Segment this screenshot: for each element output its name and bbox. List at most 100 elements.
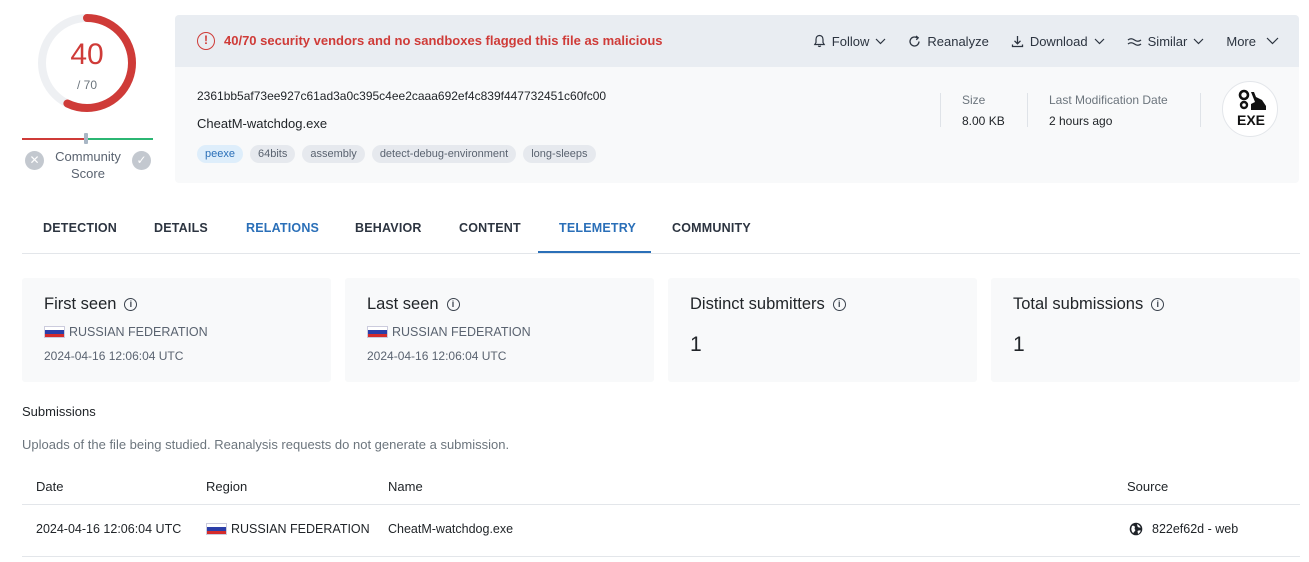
vote-harmless-icon[interactable]: ✓ [132,151,151,170]
first-seen-title-text: First seen [44,295,117,313]
refresh-icon [909,34,921,47]
vote-malicious-icon[interactable]: ✕ [25,151,44,170]
similar-label: Similar [1147,33,1188,49]
column-header-name: Name [388,479,423,494]
chevron-down-icon [875,38,886,44]
submission-region-text: RUSSIAN FEDERATION [231,522,370,536]
tag-long-sleeps[interactable]: long-sleeps [523,145,596,163]
last-modification-value: 2 hours ago [1049,114,1113,128]
tab-detection[interactable]: DETECTION [43,221,117,235]
info-icon[interactable]: i [1151,298,1165,311]
download-label: Download [1029,33,1088,49]
chevron-down-icon [1094,38,1105,44]
tab-community[interactable]: COMMUNITY [672,221,751,235]
first-seen-title: First seen i [44,295,138,314]
alert-icon: ! [197,32,215,50]
info-icon[interactable]: i [446,298,460,311]
distinct-submitters-card: Distinct submitters i 1 [668,278,977,382]
info-icon[interactable]: i [124,298,138,311]
file-summary-card: ! 40/70 security vendors and no sandboxe… [175,15,1299,183]
chevron-down-icon [1266,37,1279,45]
alert-bar: ! 40/70 security vendors and no sandboxe… [175,15,1299,67]
follow-button[interactable]: Follow [813,34,887,49]
more-label: More [1226,33,1256,49]
column-header-date: Date [36,479,64,494]
divider [1200,93,1201,127]
alert-text: 40/70 security vendors and no sandboxes … [224,33,663,48]
tab-behavior[interactable]: BEHAVIOR [355,221,422,235]
submissions-description: Uploads of the file being studied. Reana… [22,437,510,452]
russia-flag-icon [44,326,65,338]
divider [22,556,1300,557]
file-name: CheatM-watchdog.exe [197,116,328,131]
tab-relations[interactable]: RELATIONS [246,221,319,235]
reanalyze-label: Reanalyze [927,33,989,49]
russia-flag-icon [206,523,227,535]
download-icon [1011,35,1023,47]
submission-source-text: 822ef62d - web [1152,522,1239,536]
similar-button[interactable]: Similar [1127,34,1205,49]
detection-score-widget: 40 / 70 ✕ Community Score ✓ [22,12,153,184]
detections-total: / 70 [76,78,97,92]
follow-label: Follow [831,33,870,49]
column-header-source: Source [1127,479,1169,494]
last-seen-region: RUSSIAN FEDERATION [367,325,531,339]
first-seen-region: RUSSIAN FEDERATION [44,325,208,339]
tag-64bits[interactable]: 64bits [249,145,296,163]
distinct-submitters-title: Distinct submitters i [690,295,846,314]
similar-icon [1127,37,1142,46]
chevron-down-icon [1193,38,1204,44]
first-seen-card: First seen i RUSSIAN FEDERATION 2024-04-… [22,278,331,382]
tag-peexe[interactable]: peexe [197,145,243,163]
info-icon[interactable]: i [832,298,846,311]
total-submissions-title-text: Total submissions [1013,295,1144,313]
report-tabs: DETECTION DETAILS RELATIONS BEHAVIOR CON… [22,206,1300,254]
submission-source[interactable]: 822ef62d - web [1129,522,1238,536]
submission-name: CheatM-watchdog.exe [388,522,514,536]
active-tab-indicator [538,251,651,253]
download-button[interactable]: Download [1011,34,1105,49]
last-seen-title-text: Last seen [367,295,439,313]
column-header-region: Region [206,479,248,494]
globe-icon [1129,522,1143,536]
tab-details[interactable]: DETAILS [154,221,208,235]
detections-count: 40 [70,38,104,71]
file-tags: peexe 64bits assembly detect-debug-envir… [197,145,596,163]
community-score-bar [22,133,153,144]
file-actions: Follow Reanalyze Download Similar More [813,15,1279,67]
distinct-submitters-title-text: Distinct submitters [690,295,825,313]
tab-content[interactable]: CONTENT [459,221,521,235]
distinct-submitters-value: 1 [690,333,702,356]
gears-icon [1238,89,1266,110]
size-value: 8.00 KB [962,114,1005,128]
divider [22,504,1300,505]
bell-icon [813,34,826,48]
file-type-label: EXE [1236,112,1265,128]
submission-date: 2024-04-16 12:06:04 UTC [36,522,182,536]
first-seen-region-text: RUSSIAN FEDERATION [69,325,208,339]
community-score-knob [84,133,88,144]
divider [940,93,941,127]
last-seen-title: Last seen i [367,295,460,314]
last-seen-card: Last seen i RUSSIAN FEDERATION 2024-04-1… [345,278,654,382]
tag-assembly[interactable]: assembly [302,145,365,163]
tab-telemetry[interactable]: TELEMETRY [559,221,636,235]
last-seen-date: 2024-04-16 12:06:04 UTC [367,349,507,363]
size-label: Size [962,93,986,107]
file-type-badge: EXE [1222,81,1278,137]
total-submissions-card: Total submissions i 1 [991,278,1300,382]
file-hash[interactable]: 2361bb5af73ee927c61ad3a0c395c4ee2caaa692… [197,89,606,103]
submissions-title: Submissions [22,404,96,419]
total-submissions-title: Total submissions i [1013,295,1165,314]
last-seen-region-text: RUSSIAN FEDERATION [392,325,531,339]
reanalyze-button[interactable]: Reanalyze [908,33,989,49]
total-submissions-value: 1 [1013,333,1025,356]
russia-flag-icon [367,326,388,338]
last-modification-label: Last Modification Date [1049,93,1168,107]
submission-region: RUSSIAN FEDERATION [206,522,370,536]
more-button[interactable]: More [1226,34,1279,49]
tag-detect-debug-environment[interactable]: detect-debug-environment [371,145,517,163]
divider [1027,93,1028,127]
first-seen-date: 2024-04-16 12:06:04 UTC [44,349,184,363]
community-score-label: Community Score [55,149,121,181]
